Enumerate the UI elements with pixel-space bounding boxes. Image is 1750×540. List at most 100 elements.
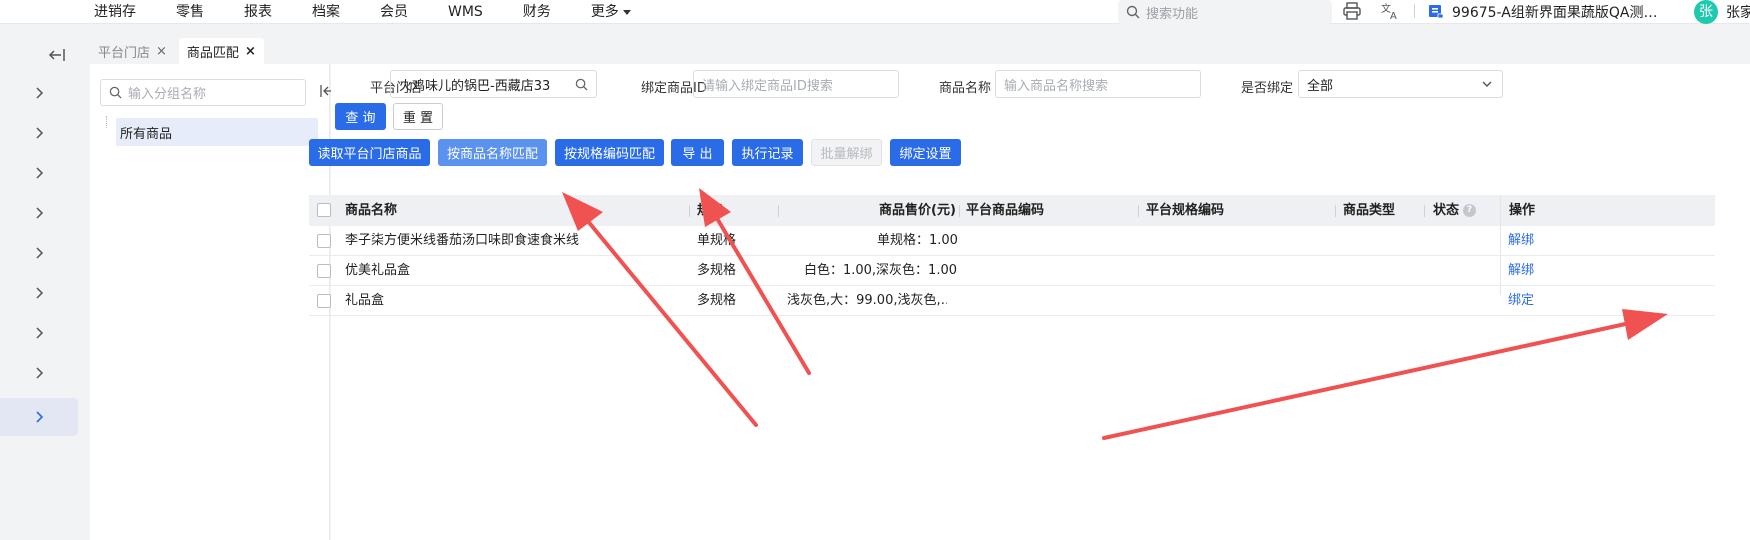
category-item-all[interactable]: 所有商品 bbox=[116, 118, 318, 146]
close-icon[interactable]: × bbox=[245, 44, 256, 59]
function-search-placeholder: 搜索功能 bbox=[1146, 6, 1199, 22]
col-price: 商品售价(元) bbox=[879, 203, 956, 218]
batch-unbind-button[interactable]: 批量解绑 bbox=[811, 139, 882, 166]
chevron-right-icon bbox=[36, 167, 44, 179]
tab-platform-store[interactable]: 平台门店 × bbox=[90, 38, 175, 64]
search-icon bbox=[575, 78, 588, 91]
query-button[interactable]: 查 询 bbox=[335, 103, 386, 130]
printer-icon[interactable] bbox=[1342, 2, 1362, 20]
rail-item-8[interactable] bbox=[0, 354, 78, 392]
nav-item-archive[interactable]: 档案 bbox=[312, 2, 340, 22]
nav-item-member[interactable]: 会员 bbox=[380, 2, 408, 22]
chevron-right-icon bbox=[36, 207, 44, 219]
filter-bound-label: 是否绑定 bbox=[1241, 81, 1294, 96]
category-search-placeholder: 输入分组名称 bbox=[128, 87, 207, 102]
match-by-spec-code-button[interactable]: 按规格编码匹配 bbox=[555, 139, 664, 166]
table-row[interactable]: 优美礼品盒 多规格 白色：1.00,深灰色：1.00 解绑 bbox=[309, 256, 1715, 286]
rail-item-5[interactable] bbox=[0, 234, 78, 272]
read-store-goods-button[interactable]: 读取平台门店商品 bbox=[309, 139, 430, 166]
rail-item-7[interactable] bbox=[0, 314, 78, 352]
cell-spec: 单规格 bbox=[697, 233, 737, 248]
select-all-checkbox[interactable] bbox=[317, 203, 331, 217]
tree-line bbox=[106, 116, 107, 128]
store-icon bbox=[1429, 5, 1444, 19]
exec-log-button[interactable]: 执行记录 bbox=[732, 139, 803, 166]
cell-goods-name: 李子柒方便米线番茄汤口味即食速食米线 bbox=[345, 233, 580, 248]
column-divider bbox=[1424, 205, 1425, 217]
store-select-value: 火鸡味儿的锅巴-西藏店33 bbox=[399, 78, 551, 94]
bound-select[interactable]: 全部 bbox=[1298, 70, 1503, 98]
rail-item-1[interactable] bbox=[0, 74, 78, 112]
cell-price: 浅灰色,大：99.00,浅灰色,… bbox=[787, 293, 947, 308]
category-search-input[interactable]: 输入分组名称 bbox=[100, 79, 306, 106]
bind-id-input[interactable]: 请输入绑定商品ID搜索 bbox=[693, 70, 899, 98]
chevron-right-icon bbox=[36, 287, 44, 299]
unbind-link[interactable]: 解绑 bbox=[1508, 256, 1534, 286]
row-checkbox[interactable] bbox=[317, 264, 331, 278]
filter-name-label: 商品名称 bbox=[939, 81, 992, 96]
export-button[interactable]: 导 出 bbox=[671, 139, 724, 166]
chevron-right-icon bbox=[36, 411, 44, 423]
goods-name-input[interactable]: 输入商品名称搜索 bbox=[995, 70, 1201, 98]
bind-id-placeholder: 请输入绑定商品ID搜索 bbox=[702, 78, 833, 94]
help-icon[interactable]: ? bbox=[1463, 204, 1477, 217]
nav-item-finance[interactable]: 财务 bbox=[523, 2, 551, 22]
rail-item-3[interactable] bbox=[0, 154, 78, 192]
search-icon bbox=[1126, 5, 1140, 19]
column-divider bbox=[1138, 205, 1139, 217]
column-divider bbox=[778, 205, 779, 217]
col-goods-type: 商品类型 bbox=[1343, 203, 1396, 218]
nav-item-report[interactable]: 报表 bbox=[244, 2, 272, 22]
unbind-link[interactable]: 解绑 bbox=[1508, 226, 1534, 256]
cell-goods-name: 礼品盒 bbox=[345, 293, 385, 308]
col-spec-code: 平台规格编码 bbox=[1146, 203, 1225, 218]
col-platform-code: 平台商品编码 bbox=[966, 203, 1045, 218]
rail-item-6[interactable] bbox=[0, 274, 78, 312]
column-divider bbox=[959, 205, 960, 217]
username[interactable]: 张家 bbox=[1726, 2, 1750, 22]
bind-settings-button[interactable]: 绑定设置 bbox=[890, 139, 961, 166]
column-divider bbox=[1335, 205, 1336, 217]
rail-item-4[interactable] bbox=[0, 194, 78, 232]
rail-item-active[interactable] bbox=[0, 398, 78, 436]
side-rail bbox=[0, 24, 90, 540]
store-select[interactable]: 火鸡味儿的锅巴-西藏店33 bbox=[390, 70, 597, 98]
table-row[interactable]: 李子柒方便米线番茄汤口味即食速食米线 单规格 单规格：1.00 解绑 bbox=[309, 226, 1715, 256]
chevron-down-icon bbox=[1482, 81, 1492, 87]
nav-item-wms[interactable]: WMS bbox=[448, 2, 483, 22]
rail-item-2[interactable] bbox=[0, 114, 78, 152]
top-bar: 进销存 零售 报表 档案 会员 WMS 财务 更多 搜索功能 文A 99675-… bbox=[0, 0, 1750, 24]
cell-price: 白色：1.00,深灰色：1.00 bbox=[803, 263, 957, 278]
nav-item-more[interactable]: 更多 bbox=[591, 2, 631, 22]
tab-label: 商品匹配 bbox=[186, 45, 239, 61]
collapse-menu-icon[interactable] bbox=[48, 48, 66, 62]
topbar-divider bbox=[1414, 4, 1415, 18]
col-goods-name: 商品名称 bbox=[345, 203, 398, 218]
table-row[interactable]: 礼品盒 多规格 浅灰色,大：99.00,浅灰色,… 绑定 bbox=[309, 286, 1715, 316]
page-tabs: 平台门店 × 商品匹配 × bbox=[90, 38, 268, 64]
close-icon[interactable]: × bbox=[156, 44, 167, 59]
function-search-input[interactable]: 搜索功能 bbox=[1118, 0, 1332, 24]
current-store-name[interactable]: 99675-A组新界面果蔬版QA测… bbox=[1452, 2, 1657, 22]
cell-spec: 多规格 bbox=[697, 263, 737, 278]
translate-icon[interactable]: 文A bbox=[1380, 1, 1400, 21]
bind-link[interactable]: 绑定 bbox=[1508, 286, 1534, 316]
match-by-name-button[interactable]: 按商品名称匹配 bbox=[438, 139, 547, 166]
category-panel: 输入分组名称 所有商品 bbox=[90, 64, 332, 540]
tab-label: 平台门店 bbox=[98, 45, 151, 61]
chevron-right-icon bbox=[36, 247, 44, 259]
col-spec: 规格 bbox=[697, 203, 724, 218]
tab-goods-match[interactable]: 商品匹配 × bbox=[178, 38, 264, 64]
cell-price: 单规格：1.00 bbox=[877, 233, 957, 248]
row-checkbox[interactable] bbox=[317, 294, 331, 308]
col-action: 操作 bbox=[1509, 203, 1536, 218]
reset-button[interactable]: 重 置 bbox=[393, 103, 443, 130]
bound-select-value: 全部 bbox=[1307, 78, 1334, 94]
nav-item-retail[interactable]: 零售 bbox=[176, 2, 204, 22]
avatar[interactable]: 张 bbox=[1694, 0, 1718, 24]
cell-goods-name: 优美礼品盒 bbox=[345, 263, 411, 278]
app-root: 进销存 零售 报表 档案 会员 WMS 财务 更多 搜索功能 文A 99675-… bbox=[0, 0, 1750, 540]
chevron-right-icon bbox=[36, 87, 44, 99]
nav-item-jxc[interactable]: 进销存 bbox=[94, 2, 136, 22]
row-checkbox[interactable] bbox=[317, 234, 331, 248]
